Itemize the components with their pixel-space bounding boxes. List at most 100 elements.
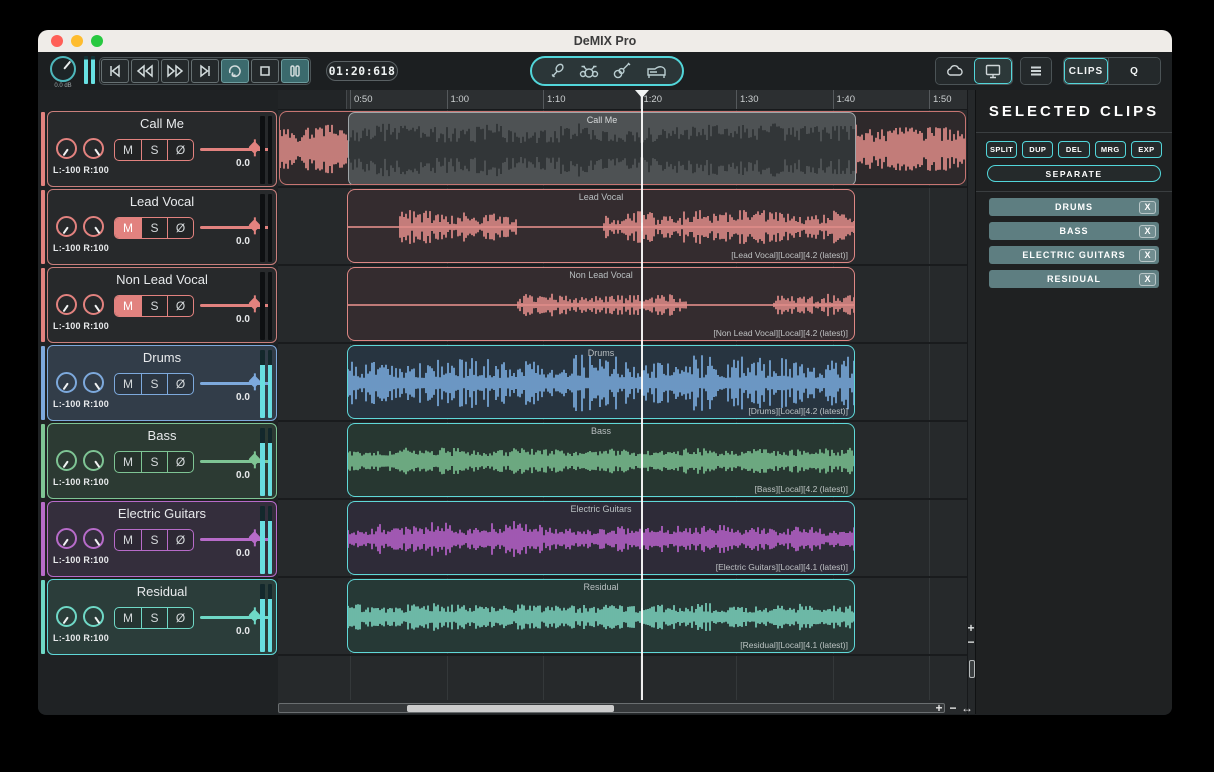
selected-clip-item[interactable]: RESIDUAL X xyxy=(989,270,1159,288)
volume-slider-thumb[interactable] xyxy=(248,141,261,154)
pan-left-knob[interactable] xyxy=(56,216,77,237)
pan-right-knob[interactable] xyxy=(83,450,104,471)
phase-button[interactable]: Ø xyxy=(167,530,193,550)
pan-right-knob[interactable] xyxy=(83,294,104,315)
selected-clip-item[interactable]: DRUMS X xyxy=(989,198,1159,216)
remove-clip-button[interactable]: X xyxy=(1139,273,1156,286)
solo-button[interactable]: S xyxy=(141,452,167,472)
phase-button[interactable]: Ø xyxy=(167,296,193,316)
volume-slider-thumb[interactable] xyxy=(248,219,261,232)
clip-action-button[interactable]: MRG xyxy=(1095,141,1126,158)
audio-clip[interactable]: Residual [Residual][Local][4.1 (latest)] xyxy=(347,579,855,653)
track-header[interactable]: Non Lead Vocal L:-100 R:100 M S Ø 0.0 xyxy=(38,266,278,344)
horizontal-scrollbar[interactable] xyxy=(278,703,945,713)
mute-button[interactable]: M xyxy=(115,218,141,238)
clip-action-button[interactable]: DUP xyxy=(1022,141,1053,158)
time-display[interactable]: 01:20:618 xyxy=(326,61,398,81)
pan-left-knob[interactable] xyxy=(56,294,77,315)
solo-button[interactable]: S xyxy=(141,374,167,394)
audio-clip[interactable]: Call Me xyxy=(279,111,966,185)
volume-slider-thumb[interactable] xyxy=(248,375,261,388)
phase-button[interactable]: Ø xyxy=(167,452,193,472)
pan-left-knob[interactable] xyxy=(56,372,77,393)
mute-button[interactable]: M xyxy=(115,374,141,394)
clip-label: Residual xyxy=(348,582,854,592)
clip-action-button[interactable]: SPLIT xyxy=(986,141,1017,158)
pan-range-label: L:-100 R:100 xyxy=(53,243,109,253)
audio-clip[interactable]: Bass [Bass][Local][4.2 (latest)] xyxy=(347,423,855,497)
audio-clip[interactable]: Electric Guitars [Electric Guitars][Loca… xyxy=(347,501,855,575)
source-instruments-button[interactable] xyxy=(530,56,684,86)
remove-clip-button[interactable]: X xyxy=(1139,201,1156,214)
fast-forward-button[interactable] xyxy=(161,59,189,83)
tab-q[interactable]: Q xyxy=(1108,58,1160,84)
volume-slider-thumb[interactable] xyxy=(248,609,261,622)
phase-button[interactable]: Ø xyxy=(167,140,193,160)
pan-right-knob[interactable] xyxy=(83,606,104,627)
vertical-scrollbar-thumb[interactable] xyxy=(969,660,975,678)
tab-clips[interactable]: CLIPS xyxy=(1064,58,1108,84)
selected-clip-item[interactable]: ELECTRIC GUITARS X xyxy=(989,246,1159,264)
track-header[interactable]: Residual L:-100 R:100 M S Ø 0.0 xyxy=(38,578,278,656)
solo-button[interactable]: S xyxy=(141,608,167,628)
mute-button[interactable]: M xyxy=(115,452,141,472)
mute-button[interactable]: M xyxy=(115,530,141,550)
audio-clip[interactable]: Non Lead Vocal [Non Lead Vocal][Local][4… xyxy=(347,267,855,341)
playhead-marker-icon[interactable] xyxy=(635,90,649,98)
pan-left-knob[interactable] xyxy=(56,528,77,549)
zoom-window-button[interactable] xyxy=(91,35,103,47)
pan-left-knob[interactable] xyxy=(56,138,77,159)
selected-clip-item[interactable]: BASS X xyxy=(989,222,1159,240)
track-header[interactable]: Lead Vocal L:-100 R:100 M S Ø 0.0 xyxy=(38,188,278,266)
separate-button[interactable]: SEPARATE xyxy=(987,165,1161,182)
horizontal-scrollbar-thumb[interactable] xyxy=(407,705,614,712)
master-volume-knob[interactable] xyxy=(50,56,76,82)
phase-button[interactable]: Ø xyxy=(167,374,193,394)
timeline-ruler[interactable]: 0:50 1:00 1:10 1:20 1:30 1:40 1:50 xyxy=(278,90,967,110)
solo-button[interactable]: S xyxy=(141,296,167,316)
horizontal-zoom-out-button[interactable]: − xyxy=(946,701,960,715)
clip-action-button[interactable]: DEL xyxy=(1058,141,1089,158)
pan-right-knob[interactable] xyxy=(83,216,104,237)
audio-clip[interactable]: Drums [Drums][Local][4.2 (latest)] xyxy=(347,345,855,419)
pan-right-knob[interactable] xyxy=(83,138,104,159)
pan-left-knob[interactable] xyxy=(56,450,77,471)
track-header[interactable]: Drums L:-100 R:100 M S Ø 0.0 xyxy=(38,344,278,422)
volume-slider-thumb[interactable] xyxy=(248,453,261,466)
minimize-window-button[interactable] xyxy=(71,35,83,47)
horizontal-zoom-in-button[interactable]: + xyxy=(932,701,946,715)
skip-to-end-button[interactable] xyxy=(191,59,219,83)
loop-button[interactable] xyxy=(221,59,249,83)
pan-left-knob[interactable] xyxy=(56,606,77,627)
phase-button[interactable]: Ø xyxy=(167,218,193,238)
clip-action-button[interactable]: EXP xyxy=(1131,141,1162,158)
selected-region[interactable]: Call Me xyxy=(348,112,856,185)
pause-button[interactable] xyxy=(281,59,309,83)
mute-button[interactable]: M xyxy=(115,296,141,316)
solo-button[interactable]: S xyxy=(141,530,167,550)
track-header[interactable]: Electric Guitars L:-100 R:100 M S Ø 0.0 xyxy=(38,500,278,578)
phase-button[interactable]: Ø xyxy=(167,608,193,628)
track-header[interactable]: Bass L:-100 R:100 M S Ø 0.0 xyxy=(38,422,278,500)
mute-button[interactable]: M xyxy=(115,140,141,160)
track-header[interactable]: Call Me L:-100 R:100 M S Ø 0.0 xyxy=(38,110,278,188)
mute-button[interactable]: M xyxy=(115,608,141,628)
volume-slider-thumb[interactable] xyxy=(248,531,261,544)
solo-button[interactable]: S xyxy=(141,140,167,160)
stop-button[interactable] xyxy=(251,59,279,83)
playhead[interactable] xyxy=(641,90,643,700)
local-machine-button[interactable] xyxy=(974,58,1012,84)
pan-right-knob[interactable] xyxy=(83,372,104,393)
remove-clip-button[interactable]: X xyxy=(1139,225,1156,238)
volume-slider-thumb[interactable] xyxy=(248,297,261,310)
skip-to-start-button[interactable] xyxy=(101,59,129,83)
remove-clip-button[interactable]: X xyxy=(1139,249,1156,262)
solo-button[interactable]: S xyxy=(141,218,167,238)
audio-clip[interactable]: Lead Vocal [Lead Vocal][Local][4.2 (late… xyxy=(347,189,855,263)
close-window-button[interactable] xyxy=(51,35,63,47)
cloud-button[interactable] xyxy=(936,58,974,84)
horizontal-fit-button[interactable]: ↔ xyxy=(960,701,974,715)
menu-button[interactable] xyxy=(1021,58,1051,84)
pan-right-knob[interactable] xyxy=(83,528,104,549)
rewind-button[interactable] xyxy=(131,59,159,83)
